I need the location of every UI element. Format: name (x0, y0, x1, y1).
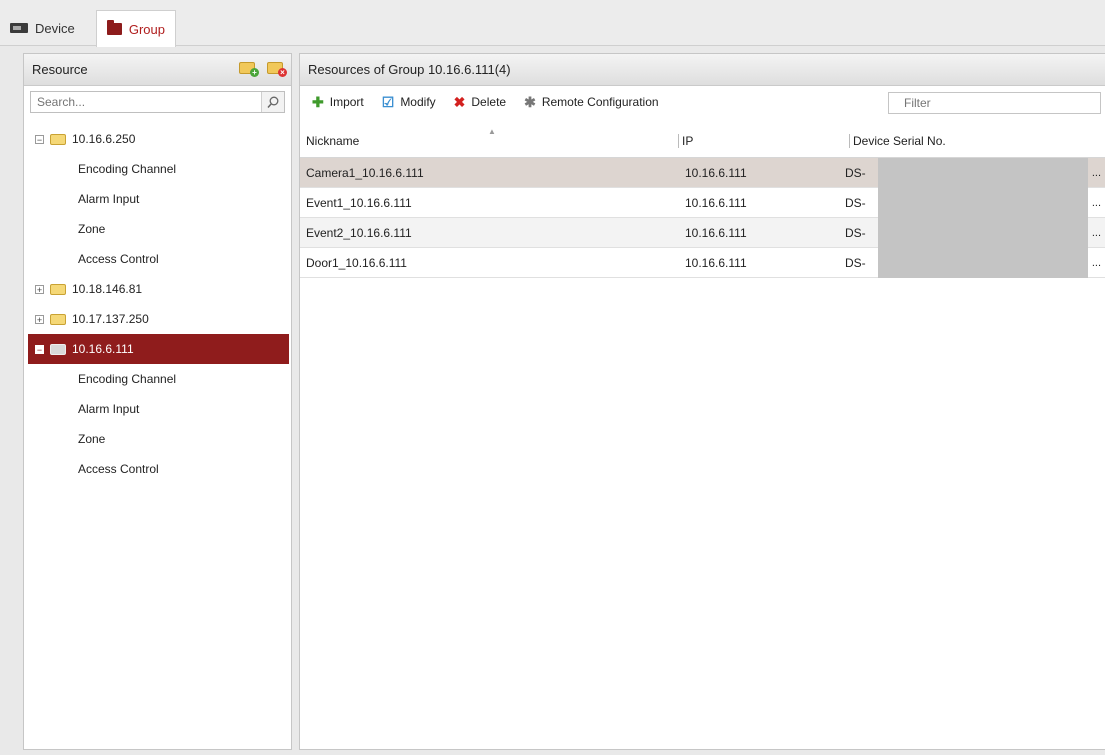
tree-node-channel[interactable]: Access Control (24, 244, 291, 274)
expand-icon[interactable]: + (35, 314, 44, 324)
modify-label: Modify (400, 95, 436, 109)
serial-cell: DS- (845, 165, 866, 180)
search-box (30, 91, 285, 113)
import-label: Import (329, 95, 364, 109)
group-toolbar: ✚ Import ☑ Modify ✖ Delete ✱ Remote Conf… (300, 87, 1105, 117)
ip-cell: 10.16.6.111 (685, 225, 747, 240)
table-row[interactable]: Event2_10.16.6.111 10.16.6.111 DS- ... (300, 218, 1105, 248)
group-resources-panel: Resources of Group 10.16.6.111(4) ✚ Impo… (299, 53, 1105, 750)
tree-node-device[interactable]: + 10.17.137.250 (24, 304, 291, 334)
tree-node-label: 10.18.146.81 (72, 282, 143, 296)
delete-group-icon[interactable]: × (267, 62, 287, 77)
tree-node-device[interactable]: − 10.16.6.250 (24, 124, 291, 154)
tab-group[interactable]: Group (96, 10, 176, 47)
nickname-cell: Event2_10.16.6.111 (306, 225, 412, 240)
collapse-icon[interactable]: − (35, 134, 44, 144)
tab-bar: Device Group (0, 0, 1105, 47)
group-folder-icon (107, 20, 122, 35)
remote-configuration-label: Remote Configuration (541, 95, 659, 109)
tab-device[interactable]: Device (0, 10, 96, 46)
ellipsis: ... (1091, 166, 1101, 179)
search-input[interactable] (31, 92, 263, 112)
ip-cell: 10.16.6.111 (685, 255, 747, 270)
serial-cell: DS- (845, 195, 866, 210)
table-row[interactable]: Camera1_10.16.6.111 10.16.6.111 DS- ... (300, 158, 1105, 188)
serial-cell: DS- (845, 255, 866, 270)
redacted-serial (878, 188, 1088, 218)
edit-icon: ☑ (381, 93, 395, 110)
tree-node-label: Zone (78, 432, 106, 446)
tree-node-label: Encoding Channel (78, 372, 177, 386)
table-row[interactable]: Event1_10.16.6.111 10.16.6.111 DS- ... (300, 188, 1105, 218)
modify-button[interactable]: ☑ Modify (382, 94, 436, 111)
tree-node-label: 10.16.6.250 (72, 132, 136, 146)
plus-icon: ✚ (312, 93, 324, 110)
tree-node-label: Access Control (78, 252, 159, 266)
tree-node-label: 10.17.137.250 (72, 312, 149, 326)
tree-node-label: Alarm Input (78, 192, 140, 206)
tab-group-label: Group (128, 21, 165, 37)
group-panel-header: Resources of Group 10.16.6.111(4) (300, 54, 1105, 86)
tree-node-label: Alarm Input (78, 402, 140, 416)
search-button[interactable] (261, 92, 284, 112)
delete-label: Delete (471, 95, 507, 109)
group-panel-title: Resources of Group 10.16.6.111(4) (308, 62, 511, 77)
resource-tree: − 10.16.6.250 Encoding Channel Alarm Inp… (24, 124, 291, 484)
add-group-icon[interactable]: + (239, 62, 259, 77)
tab-device-label: Device (35, 20, 75, 36)
folder-icon (50, 133, 66, 145)
remote-configuration-button[interactable]: ✱ Remote Configuration (524, 94, 658, 111)
resource-panel-header: Resource + × (24, 54, 291, 86)
sort-ascending-icon: ▲ (488, 127, 496, 136)
filter-input[interactable] (889, 93, 1105, 113)
table-header: Nickname ▲ IP Device Serial No. (300, 124, 1105, 158)
ellipsis: ... (1091, 196, 1101, 209)
tree-node-channel[interactable]: Alarm Input (24, 394, 291, 424)
tree-node-channel[interactable]: Zone (24, 214, 291, 244)
column-divider[interactable] (678, 134, 679, 148)
device-icon (10, 23, 28, 33)
redacted-serial (878, 248, 1088, 278)
redacted-serial (878, 158, 1088, 188)
table-row[interactable]: Door1_10.16.6.111 10.16.6.111 DS- ... (300, 248, 1105, 278)
expand-icon[interactable]: + (35, 284, 44, 294)
serial-cell: DS- (845, 225, 866, 240)
tree-node-device-selected[interactable]: − 10.16.6.111 (28, 334, 289, 364)
ip-cell: 10.16.6.111 (685, 165, 747, 180)
delete-x-icon: ✖ (453, 93, 466, 110)
resource-panel-title: Resource (32, 62, 88, 77)
tree-node-label: Zone (78, 222, 106, 236)
search-icon (267, 96, 279, 108)
tree-node-channel[interactable]: Alarm Input (24, 184, 291, 214)
folder-icon (50, 313, 66, 325)
gear-icon: ✱ (524, 93, 536, 110)
resources-table: Nickname ▲ IP Device Serial No. Camera1_… (300, 124, 1105, 278)
column-header-ip[interactable]: IP (682, 134, 693, 148)
tree-node-label: 10.16.6.111 (72, 342, 134, 356)
ellipsis: ... (1091, 256, 1101, 269)
nickname-cell: Door1_10.16.6.111 (306, 255, 407, 270)
collapse-icon[interactable]: − (35, 344, 44, 354)
nickname-cell: Camera1_10.16.6.111 (306, 165, 424, 180)
tree-node-label: Access Control (78, 462, 159, 476)
tree-node-channel[interactable]: Encoding Channel (24, 154, 291, 184)
delete-button[interactable]: ✖ Delete (454, 94, 506, 111)
ip-cell: 10.16.6.111 (685, 195, 747, 210)
column-header-nickname[interactable]: Nickname (306, 134, 359, 148)
column-header-serial[interactable]: Device Serial No. (853, 134, 946, 148)
redacted-serial (878, 218, 1088, 248)
tree-node-label: Encoding Channel (78, 162, 177, 176)
tree-node-device[interactable]: + 10.18.146.81 (24, 274, 291, 304)
column-divider[interactable] (849, 134, 850, 148)
nickname-cell: Event1_10.16.6.111 (306, 195, 412, 210)
resource-panel: Resource + × − 10.16.6.250 Encoding Chan… (23, 53, 292, 750)
import-button[interactable]: ✚ Import (312, 94, 364, 111)
tree-node-channel[interactable]: Zone (24, 424, 291, 454)
folder-icon (50, 283, 66, 295)
folder-icon (50, 343, 66, 355)
ellipsis: ... (1091, 226, 1101, 239)
filter-box (888, 92, 1105, 114)
tree-node-channel[interactable]: Access Control (24, 454, 291, 484)
tree-node-channel[interactable]: Encoding Channel (24, 364, 291, 394)
